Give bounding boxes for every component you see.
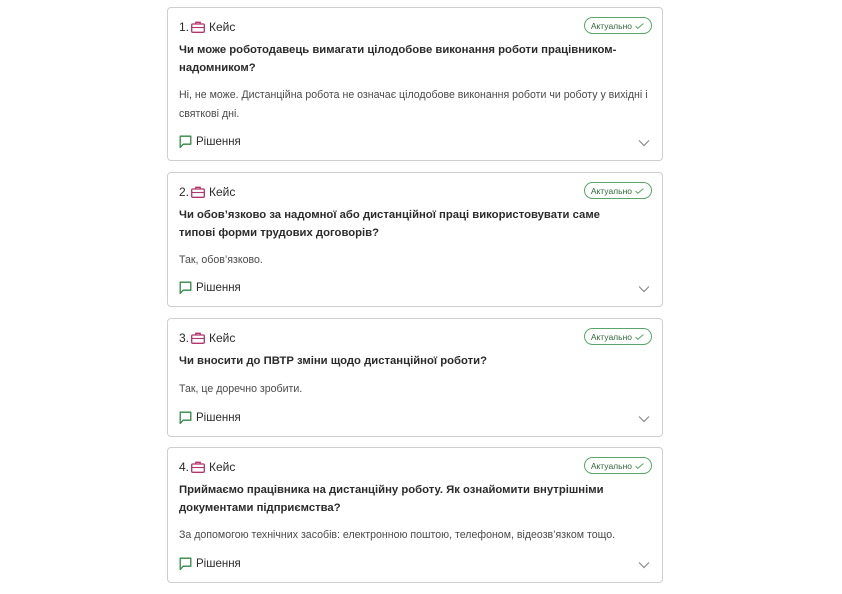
status-badge: Актуально bbox=[583, 17, 652, 34]
solution-label: Рішення bbox=[196, 135, 241, 148]
check-icon bbox=[635, 187, 644, 194]
case-answer: Так, це доречно зробити. bbox=[179, 383, 303, 395]
flag-icon bbox=[179, 281, 192, 294]
solution-label: Рішення bbox=[196, 281, 241, 294]
case-number: 1. bbox=[179, 20, 190, 34]
case-question: Чи обов’язково за надомної або дистанцій… bbox=[179, 209, 600, 239]
check-icon bbox=[635, 333, 644, 340]
case-card: 2. Кейс Актуально Чи обов’язково за надо… bbox=[167, 172, 663, 307]
check-icon bbox=[635, 462, 644, 469]
case-question: Чи вносити до ПВТР зміни щодо дистанційн… bbox=[179, 355, 487, 367]
chevron-down-icon[interactable] bbox=[638, 415, 650, 423]
case-question: Приймаємо працівника на дистанційну робо… bbox=[179, 484, 604, 514]
status-badge-label: Актуально bbox=[590, 20, 632, 31]
solution-label: Рішення bbox=[196, 411, 241, 424]
solution-label: Рішення bbox=[196, 557, 241, 570]
check-icon bbox=[635, 22, 644, 29]
flag-icon bbox=[179, 411, 192, 424]
solution-toggle[interactable]: Рішення bbox=[179, 281, 241, 294]
status-badge-label: Актуально bbox=[590, 185, 632, 196]
briefcase-icon bbox=[191, 21, 205, 33]
status-badge: Актуально bbox=[583, 182, 652, 199]
case-answer: Так, обов’язково. bbox=[179, 254, 263, 266]
case-card: 1. Кейс Актуально Чи може роботодавець в… bbox=[167, 7, 663, 161]
status-badge-label: Актуально bbox=[590, 331, 632, 342]
case-question: Чи може роботодавець вимагати цілодобове… bbox=[179, 44, 617, 74]
case-header: 4. Кейс bbox=[179, 459, 235, 475]
solution-toggle[interactable]: Рішення bbox=[179, 135, 241, 148]
case-answer: За допомогою технічних засобів: електрон… bbox=[179, 529, 616, 541]
case-number: 2. bbox=[179, 185, 190, 199]
case-header: 1. Кейс bbox=[179, 19, 235, 35]
chevron-down-icon[interactable] bbox=[638, 285, 650, 293]
status-badge-label: Актуально bbox=[590, 460, 632, 471]
flag-icon bbox=[179, 135, 192, 148]
case-label: Кейс bbox=[209, 185, 236, 199]
briefcase-icon bbox=[191, 332, 205, 344]
briefcase-icon bbox=[191, 186, 205, 198]
case-number: 4. bbox=[179, 460, 190, 474]
case-label: Кейс bbox=[209, 331, 236, 345]
briefcase-icon bbox=[191, 461, 205, 473]
case-card: 4. Кейс Актуально Приймаємо працівника н… bbox=[167, 447, 663, 583]
status-badge: Актуально bbox=[583, 457, 652, 474]
solution-toggle[interactable]: Рішення bbox=[179, 411, 241, 424]
chevron-down-icon[interactable] bbox=[638, 139, 650, 147]
case-card: 3. Кейс Актуально Чи вносити до ПВТР змі… bbox=[167, 318, 663, 437]
case-label: Кейс bbox=[209, 20, 236, 34]
case-label: Кейс bbox=[209, 460, 236, 474]
chevron-down-icon[interactable] bbox=[638, 561, 650, 569]
case-header: 2. Кейс bbox=[179, 184, 235, 200]
solution-toggle[interactable]: Рішення bbox=[179, 557, 241, 570]
case-header: 3. Кейс bbox=[179, 330, 235, 346]
case-answer: Ні, не може. Дистанційна робота не означ… bbox=[179, 89, 648, 120]
case-number: 3. bbox=[179, 331, 190, 345]
status-badge: Актуально bbox=[583, 328, 652, 345]
flag-icon bbox=[179, 557, 192, 570]
